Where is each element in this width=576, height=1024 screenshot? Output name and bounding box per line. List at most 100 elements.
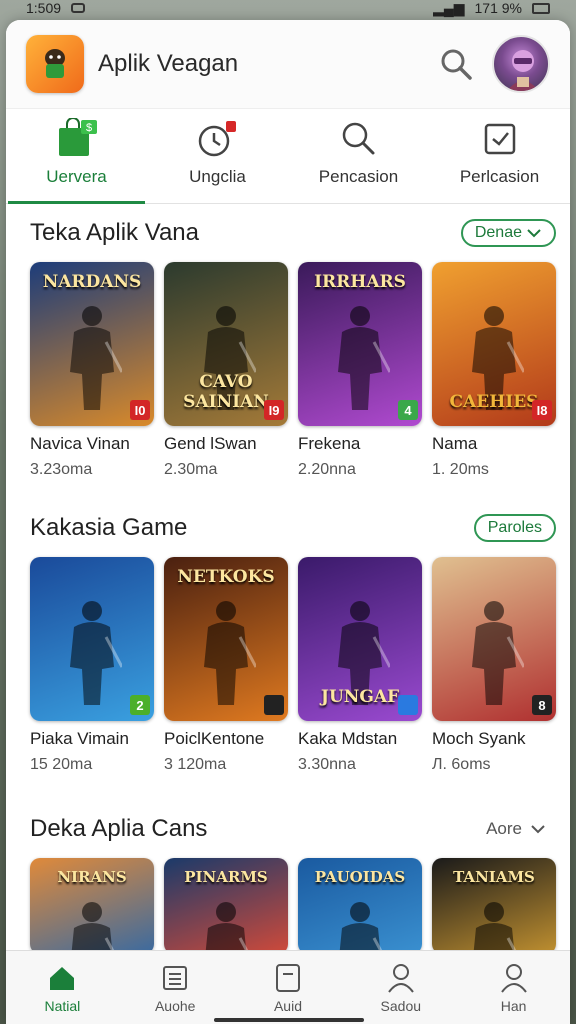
nav-label: Auid <box>273 997 302 1014</box>
app-thumbnail[interactable]: NETKOKS <box>164 557 288 721</box>
character-art <box>473 902 519 954</box>
top-bar: Aplik Veagan <box>6 20 570 108</box>
app-thumbnail[interactable]: PAUOIDAS <box>298 858 422 954</box>
app-card[interactable]: JUNGAF Kaka Mdstan 3.30nna <box>298 557 422 774</box>
section-title: Teka Aplik Vana <box>30 219 199 246</box>
section-action-label: Denae <box>474 224 522 241</box>
app-name: Frekena <box>298 434 361 453</box>
home-indicator <box>214 1018 364 1022</box>
section-action-label: Aore <box>486 819 522 838</box>
rating-badge: I8 <box>532 400 552 420</box>
app-size: 15 20ma <box>30 756 93 773</box>
nav-item-natial[interactable]: Natial <box>6 951 119 1024</box>
app-thumbnail[interactable]: CAEHIES I8 <box>432 262 556 426</box>
avatar-image <box>507 50 539 91</box>
avatar[interactable] <box>492 35 550 93</box>
person-icon <box>500 963 527 993</box>
app-card[interactable]: TANIAMS <box>432 858 556 954</box>
nav-item-han[interactable]: Han <box>457 951 570 1024</box>
section-0: Teka Aplik Vana Denae NARDANS I0 Navica Vina… <box>6 204 570 479</box>
nav-item-sadou[interactable]: Sadou <box>344 951 457 1024</box>
tab-label: Ungclia <box>189 167 246 186</box>
app-card[interactable]: NARDANS I0 Navica Vinan 3.23oma <box>30 262 154 479</box>
category-tabs: $ Uervera Ungclia Pencasion Perlcasion <box>6 108 570 204</box>
app-card[interactable]: PINARMS <box>164 858 288 954</box>
app-size: 3.23oma <box>30 461 93 478</box>
thumbnail-title-art: IRRHARS <box>314 272 406 292</box>
person-icon <box>387 963 414 993</box>
app-thumbnail[interactable]: NARDANS I0 <box>30 262 154 426</box>
chevron-down-icon <box>527 229 541 238</box>
tab-ungclia[interactable]: Ungclia <box>147 109 288 203</box>
tab-perlcasion[interactable]: Perlcasion <box>429 109 570 203</box>
battery-percent: 171 9% <box>474 0 522 16</box>
app-logo[interactable] <box>26 35 84 93</box>
character-art <box>472 601 524 705</box>
bottom-nav: Natial Auohe Auid Sadou Han <box>6 950 570 1024</box>
checkbox-icon <box>484 123 515 155</box>
list-icon <box>163 965 188 990</box>
tablet-icon <box>275 963 300 992</box>
character-art <box>204 601 256 705</box>
thumbnail-title-art: PAUOIDAS <box>314 868 406 886</box>
app-thumbnail[interactable]: CAVO SAINIAN I9 <box>164 262 288 426</box>
search-button[interactable] <box>434 42 478 86</box>
rating-badge: I9 <box>264 400 284 420</box>
app-card[interactable]: CAVO SAINIAN I9 Gend lSwan 2.30ma <box>164 262 288 479</box>
tab-label: Pencasion <box>318 167 399 186</box>
rating-badge: 4 <box>398 400 418 420</box>
content-area: Teka Aplik Vana Denae NARDANS I0 Navica Vina… <box>6 204 570 954</box>
app-card[interactable]: PAUOIDAS <box>298 858 422 954</box>
clock-icon <box>198 121 236 157</box>
app-size: Л. 6oms <box>432 756 491 773</box>
nav-label: Natial <box>44 997 81 1014</box>
app-card[interactable]: NETKOKS PoiclKentone 3 120ma <box>164 557 288 774</box>
app-thumbnail[interactable]: JUNGAF <box>298 557 422 721</box>
section-header: Kakasia Game Paroles <box>30 499 556 557</box>
app-row: NIRANS PINARMS PAUOIDAS TANIAMS <box>30 858 556 954</box>
app-name: Piaka Vimain <box>30 729 129 748</box>
section-title: Deka Aplia Cans <box>30 815 208 842</box>
nav-item-auohe[interactable]: Auohe <box>119 951 232 1024</box>
app-thumbnail[interactable]: PINARMS <box>164 858 288 954</box>
section-action-label: Paroles <box>487 519 542 536</box>
app-card[interactable]: NIRANS <box>30 858 154 954</box>
app-thumbnail[interactable]: TANIAMS <box>432 858 556 954</box>
signal-icon: ▂▄▆ <box>433 0 465 16</box>
section-action-button[interactable]: Denae <box>460 219 556 247</box>
tab-uervera[interactable]: $ Uervera <box>6 109 147 204</box>
character-art <box>70 601 122 705</box>
app-card[interactable]: CAEHIES I8 Nama 1. 20ms <box>432 262 556 479</box>
app-size: 3.30nna <box>298 756 356 773</box>
section-1: Kakasia Game Paroles 2 Piaka Vimain 15 20ma N… <box>6 499 570 774</box>
character-art <box>339 902 385 954</box>
app-name: Moch Syank <box>432 729 526 748</box>
thumbnail-title-art: TANIAMS <box>453 868 535 886</box>
app-thumbnail[interactable]: 2 <box>30 557 154 721</box>
app-size: 2.20nna <box>298 461 356 478</box>
status-bar: 1:509 ▂▄▆ 171 9% <box>0 0 576 16</box>
rating-badge: I0 <box>130 400 150 420</box>
app-thumbnail[interactable]: 8 <box>432 557 556 721</box>
tab-pencasion[interactable]: Pencasion <box>288 109 429 203</box>
app-thumbnail[interactable]: IRRHARS 4 <box>298 262 422 426</box>
section-action-button[interactable]: Aore <box>486 819 556 839</box>
app-size: 1. 20ms <box>432 461 489 478</box>
nav-label: Auohe <box>154 997 196 1014</box>
app-card[interactable]: IRRHARS 4 Frekena 2.20nna <box>298 262 422 479</box>
app-thumbnail[interactable]: NIRANS <box>30 858 154 954</box>
search-icon <box>342 122 374 155</box>
app-card[interactable]: 2 Piaka Vimain 15 20ma <box>30 557 154 774</box>
character-art <box>70 306 122 410</box>
app-row: NARDANS I0 Navica Vinan 3.23oma CAVO SAINIAN… <box>30 262 556 479</box>
rating-badge <box>398 695 418 715</box>
nav-label: Sadou <box>380 997 422 1014</box>
nav-item-auid[interactable]: Auid <box>232 951 345 1024</box>
character-art <box>71 902 117 954</box>
app-card[interactable]: 8 Moch Syank Л. 6oms <box>432 557 556 774</box>
section-action-button[interactable]: Paroles <box>473 514 556 542</box>
section-title: Kakasia Game <box>30 514 188 541</box>
search-icon <box>441 49 472 80</box>
app-name: Gend lSwan <box>164 434 257 453</box>
nav-label: Han <box>500 997 527 1014</box>
